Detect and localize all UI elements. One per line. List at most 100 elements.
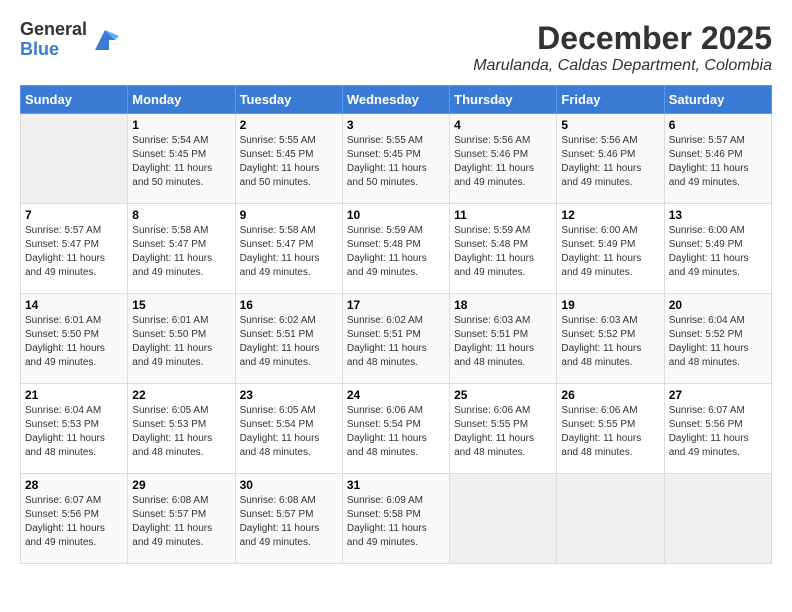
header-cell-saturday: Saturday [664, 86, 771, 114]
day-number: 6 [669, 118, 767, 132]
day-cell: 6 Sunrise: 5:57 AM Sunset: 5:46 PM Daylig… [664, 114, 771, 204]
header-cell-wednesday: Wednesday [342, 86, 449, 114]
day-number: 16 [240, 298, 338, 312]
day-cell: 2Sunrise: 5:55 AM Sunset: 5:45 PM Daylig… [235, 114, 342, 204]
day-info: Sunrise: 6:00 AM Sunset: 5:49 PM Dayligh… [561, 224, 659, 280]
week-row-2: 7 Sunrise: 5:57 AM Sunset: 5:47 PM Daylig… [21, 204, 772, 294]
day-info: Sunrise: 5:56 AM Sunset: 5:46 PM Dayligh… [561, 134, 659, 190]
day-number: 19 [561, 298, 659, 312]
day-cell: 26Sunrise: 6:06 AM Sunset: 5:55 PM Dayli… [557, 384, 664, 474]
day-cell: 30 Sunrise: 6:08 AM Sunset: 5:57 PM Dayli… [235, 474, 342, 564]
day-info: Sunrise: 6:04 AM Sunset: 5:52 PM Dayligh… [669, 314, 767, 370]
day-number: 12 [561, 208, 659, 222]
day-info: Sunrise: 5:55 AM Sunset: 5:45 PM Dayligh… [347, 134, 445, 190]
day-cell: 23Sunrise: 6:05 AM Sunset: 5:54 PM Dayli… [235, 384, 342, 474]
main-title: December 2025 [473, 20, 772, 57]
day-cell: 17 Sunrise: 6:02 AM Sunset: 5:51 PM Dayli… [342, 294, 449, 384]
calendar-body: 1 Sunrise: 5:54 AM Sunset: 5:45 PM Daylig… [21, 114, 772, 564]
day-number: 10 [347, 208, 445, 222]
day-info: Sunrise: 6:07 AM Sunset: 5:56 PM Dayligh… [669, 404, 767, 460]
calendar-table: SundayMondayTuesdayWednesdayThursdayFrid… [20, 85, 772, 564]
day-number: 4 [454, 118, 552, 132]
header-cell-thursday: Thursday [450, 86, 557, 114]
calendar-header: SundayMondayTuesdayWednesdayThursdayFrid… [21, 86, 772, 114]
header-cell-tuesday: Tuesday [235, 86, 342, 114]
day-number: 24 [347, 388, 445, 402]
day-info: Sunrise: 6:02 AM Sunset: 5:51 PM Dayligh… [240, 314, 338, 370]
day-info: Sunrise: 5:58 AM Sunset: 5:47 PM Dayligh… [132, 224, 230, 280]
day-cell: 16 Sunrise: 6:02 AM Sunset: 5:51 PM Dayli… [235, 294, 342, 384]
day-number: 3 [347, 118, 445, 132]
day-cell: 14Sunrise: 6:01 AM Sunset: 5:50 PM Dayli… [21, 294, 128, 384]
day-info: Sunrise: 6:01 AM Sunset: 5:50 PM Dayligh… [25, 314, 123, 370]
week-row-5: 28Sunrise: 6:07 AM Sunset: 5:56 PM Dayli… [21, 474, 772, 564]
day-cell: 24 Sunrise: 6:06 AM Sunset: 5:54 PM Dayli… [342, 384, 449, 474]
day-cell: 9 Sunrise: 5:58 AM Sunset: 5:47 PM Daylig… [235, 204, 342, 294]
day-number: 17 [347, 298, 445, 312]
week-row-4: 21Sunrise: 6:04 AM Sunset: 5:53 PM Dayli… [21, 384, 772, 474]
day-info: Sunrise: 5:57 AM Sunset: 5:47 PM Dayligh… [25, 224, 123, 280]
day-info: Sunrise: 5:57 AM Sunset: 5:46 PM Dayligh… [669, 134, 767, 190]
day-number: 25 [454, 388, 552, 402]
header-cell-friday: Friday [557, 86, 664, 114]
day-number: 1 [132, 118, 230, 132]
day-cell: 10 Sunrise: 5:59 AM Sunset: 5:48 PM Dayli… [342, 204, 449, 294]
day-info: Sunrise: 6:02 AM Sunset: 5:51 PM Dayligh… [347, 314, 445, 370]
day-cell: 7 Sunrise: 5:57 AM Sunset: 5:47 PM Daylig… [21, 204, 128, 294]
day-info: Sunrise: 5:56 AM Sunset: 5:46 PM Dayligh… [454, 134, 552, 190]
header-cell-monday: Monday [128, 86, 235, 114]
day-info: Sunrise: 6:09 AM Sunset: 5:58 PM Dayligh… [347, 494, 445, 550]
day-number: 18 [454, 298, 552, 312]
day-info: Sunrise: 6:01 AM Sunset: 5:50 PM Dayligh… [132, 314, 230, 370]
day-number: 31 [347, 478, 445, 492]
day-cell: 28Sunrise: 6:07 AM Sunset: 5:56 PM Dayli… [21, 474, 128, 564]
day-info: Sunrise: 6:05 AM Sunset: 5:53 PM Dayligh… [132, 404, 230, 460]
day-cell: 21Sunrise: 6:04 AM Sunset: 5:53 PM Dayli… [21, 384, 128, 474]
day-cell [450, 474, 557, 564]
day-cell: 25 Sunrise: 6:06 AM Sunset: 5:55 PM Dayli… [450, 384, 557, 474]
day-cell: 15Sunrise: 6:01 AM Sunset: 5:50 PM Dayli… [128, 294, 235, 384]
subtitle: Marulanda, Caldas Department, Colombia [473, 57, 772, 75]
day-cell [664, 474, 771, 564]
day-cell: 8 Sunrise: 5:58 AM Sunset: 5:47 PM Daylig… [128, 204, 235, 294]
day-info: Sunrise: 6:04 AM Sunset: 5:53 PM Dayligh… [25, 404, 123, 460]
day-cell [557, 474, 664, 564]
day-number: 30 [240, 478, 338, 492]
day-number: 7 [25, 208, 123, 222]
day-info: Sunrise: 5:58 AM Sunset: 5:47 PM Dayligh… [240, 224, 338, 280]
day-cell: 18 Sunrise: 6:03 AM Sunset: 5:51 PM Dayli… [450, 294, 557, 384]
day-info: Sunrise: 6:05 AM Sunset: 5:54 PM Dayligh… [240, 404, 338, 460]
day-info: Sunrise: 6:00 AM Sunset: 5:49 PM Dayligh… [669, 224, 767, 280]
day-number: 22 [132, 388, 230, 402]
day-info: Sunrise: 5:55 AM Sunset: 5:45 PM Dayligh… [240, 134, 338, 190]
day-number: 8 [132, 208, 230, 222]
day-number: 11 [454, 208, 552, 222]
day-info: Sunrise: 5:54 AM Sunset: 5:45 PM Dayligh… [132, 134, 230, 190]
day-cell: 4 Sunrise: 5:56 AM Sunset: 5:46 PM Daylig… [450, 114, 557, 204]
day-info: Sunrise: 6:03 AM Sunset: 5:52 PM Dayligh… [561, 314, 659, 370]
day-info: Sunrise: 6:03 AM Sunset: 5:51 PM Dayligh… [454, 314, 552, 370]
day-number: 9 [240, 208, 338, 222]
day-number: 26 [561, 388, 659, 402]
day-number: 20 [669, 298, 767, 312]
day-info: Sunrise: 6:06 AM Sunset: 5:54 PM Dayligh… [347, 404, 445, 460]
logo: General Blue [20, 20, 119, 60]
logo-general: General [20, 20, 87, 40]
header: General Blue December 2025 Marulanda, Ca… [20, 20, 772, 75]
day-cell: 22 Sunrise: 6:05 AM Sunset: 5:53 PM Dayli… [128, 384, 235, 474]
day-cell: 27 Sunrise: 6:07 AM Sunset: 5:56 PM Dayli… [664, 384, 771, 474]
week-row-1: 1 Sunrise: 5:54 AM Sunset: 5:45 PM Daylig… [21, 114, 772, 204]
day-number: 27 [669, 388, 767, 402]
day-cell: 12 Sunrise: 6:00 AM Sunset: 5:49 PM Dayli… [557, 204, 664, 294]
day-info: Sunrise: 6:08 AM Sunset: 5:57 PM Dayligh… [240, 494, 338, 550]
week-row-3: 14Sunrise: 6:01 AM Sunset: 5:50 PM Dayli… [21, 294, 772, 384]
day-info: Sunrise: 5:59 AM Sunset: 5:48 PM Dayligh… [347, 224, 445, 280]
day-number: 29 [132, 478, 230, 492]
day-number: 5 [561, 118, 659, 132]
day-cell: 19 Sunrise: 6:03 AM Sunset: 5:52 PM Dayli… [557, 294, 664, 384]
day-cell: 11 Sunrise: 5:59 AM Sunset: 5:48 PM Dayli… [450, 204, 557, 294]
title-block: December 2025 Marulanda, Caldas Departme… [473, 20, 772, 75]
day-cell [21, 114, 128, 204]
day-info: Sunrise: 6:06 AM Sunset: 5:55 PM Dayligh… [454, 404, 552, 460]
day-info: Sunrise: 5:59 AM Sunset: 5:48 PM Dayligh… [454, 224, 552, 280]
